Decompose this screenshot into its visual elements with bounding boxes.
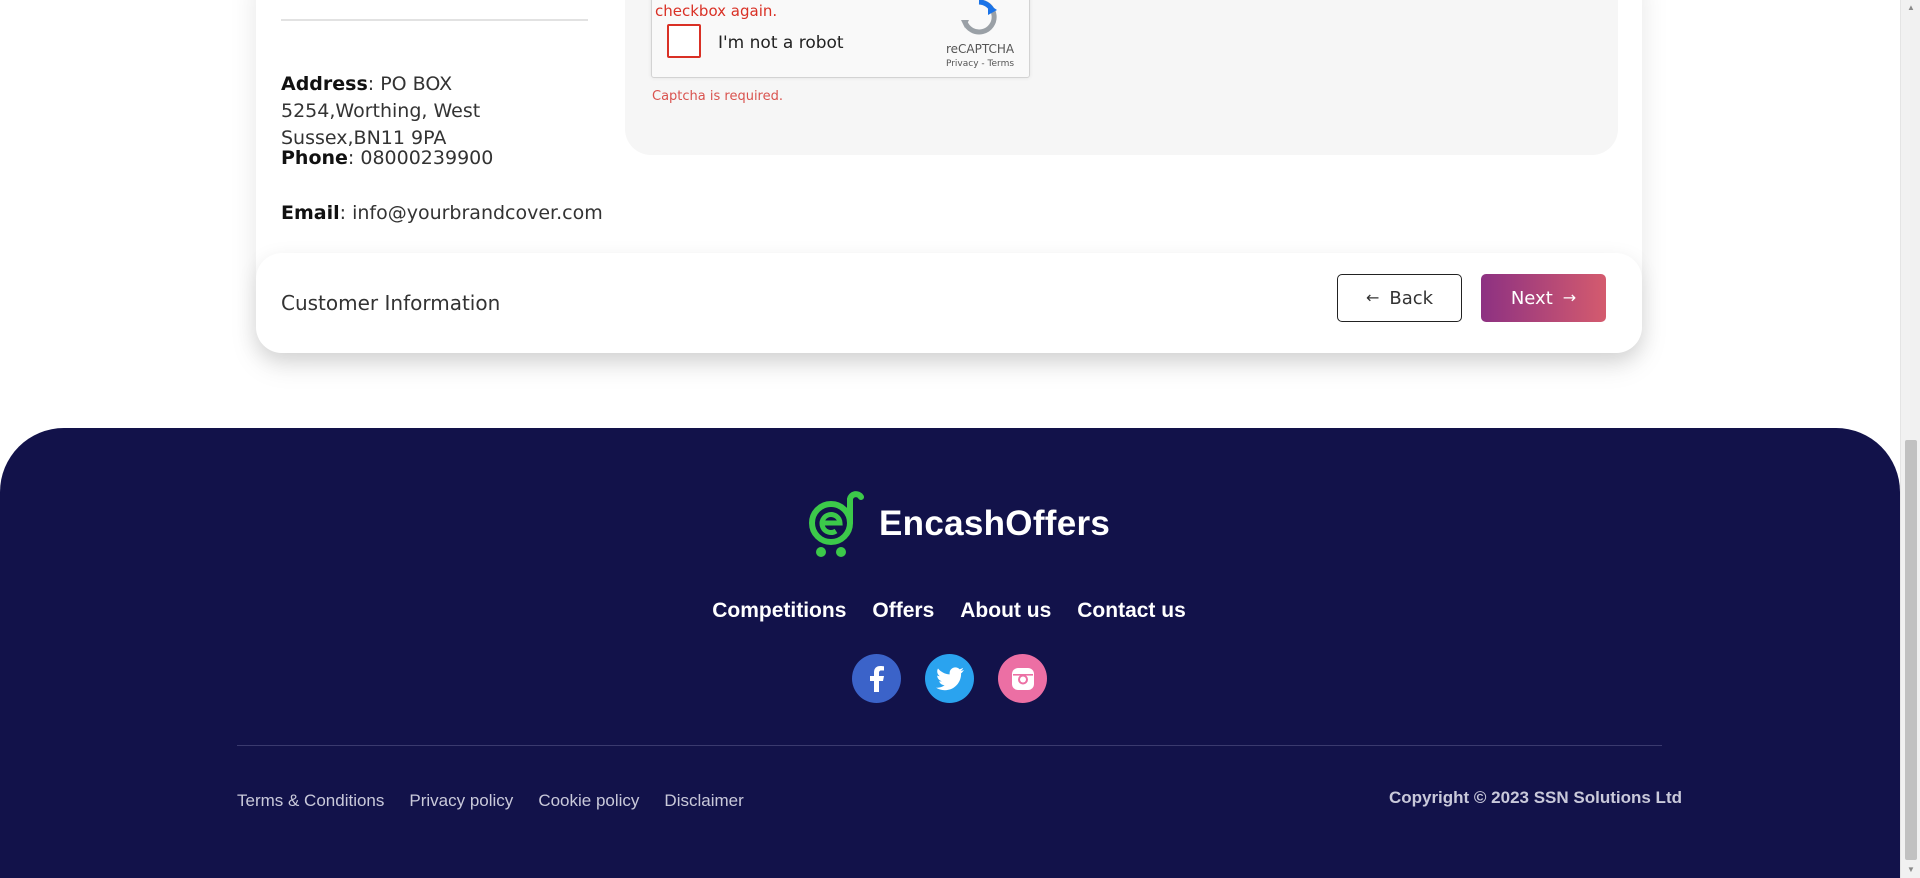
captcha-error-text: checkbox again. [655, 2, 778, 20]
email-value: : info@yourbrandcover.com [339, 202, 603, 224]
step-title: Customer Information [281, 291, 501, 315]
recaptcha-icon [961, 0, 997, 35]
copyright-text: Copyright © 2023 SSN Solutions Ltd [1388, 788, 1682, 807]
footer-link-competitions[interactable]: Competitions [712, 599, 846, 623]
contact-email: Email: info@yourbrandcover.com [281, 200, 603, 227]
captcha-checkbox-label: I'm not a robot [718, 33, 844, 53]
arrow-left-icon: ← [1365, 288, 1380, 307]
contact-phone: Phone: 08000239900 [281, 145, 493, 172]
footer-link-privacy[interactable]: Privacy policy [409, 791, 513, 811]
instagram-icon[interactable] [998, 654, 1047, 703]
recaptcha-brand: reCAPTCHA [945, 42, 1015, 56]
phone-value: : 08000239900 [347, 147, 494, 169]
footer-link-offers[interactable]: Offers [872, 599, 934, 623]
cart-logo-icon [809, 491, 864, 557]
recaptcha-terms-link[interactable]: Terms [988, 59, 1015, 69]
legal-links: Terms & Conditions Privacy policy Cookie… [237, 791, 744, 811]
recaptcha-links: Privacy - Terms [930, 59, 1030, 69]
contact-divider [281, 19, 588, 21]
footer-link-about-us[interactable]: About us [960, 599, 1051, 623]
footer-link-disclaimer[interactable]: Disclaimer [664, 791, 743, 811]
arrow-right-icon: → [1562, 288, 1577, 307]
next-button[interactable]: Next → [1481, 274, 1606, 322]
email-label: Email [281, 202, 340, 224]
twitter-icon[interactable] [925, 654, 974, 703]
footer-link-terms[interactable]: Terms & Conditions [237, 791, 384, 811]
scroll-up-icon[interactable]: ▲ [1901, 0, 1920, 16]
address-label: Address [281, 73, 368, 95]
footer-brand-name: EncashOffers [879, 504, 1111, 543]
page: Address: PO BOX 5254,Worthing, West Suss… [0, 0, 1920, 878]
footer-link-contact-us[interactable]: Contact us [1077, 599, 1186, 623]
captcha-checkbox[interactable] [667, 24, 701, 58]
back-button[interactable]: ← Back [1337, 274, 1462, 322]
footer-logo[interactable]: EncashOffers [807, 489, 1110, 559]
next-button-label: Next [1510, 287, 1553, 309]
footer-link-cookie[interactable]: Cookie policy [538, 791, 639, 811]
back-button-label: Back [1389, 287, 1434, 309]
footer-divider [237, 745, 1662, 746]
facebook-icon[interactable] [852, 654, 901, 703]
scrollbar-thumb[interactable] [1905, 440, 1917, 860]
captcha-required-message: Captcha is required. [652, 89, 783, 104]
page-scrollbar[interactable]: ▲ ▼ [1900, 0, 1920, 878]
social-links [852, 654, 1047, 703]
recaptcha-privacy-link[interactable]: Privacy [946, 59, 979, 69]
phone-label: Phone [281, 147, 348, 169]
recaptcha-separator: - [978, 59, 988, 69]
footer-nav: Competitions Offers About us Contact us [0, 599, 1900, 623]
contact-address: Address: PO BOX 5254,Worthing, West Suss… [281, 71, 601, 152]
scroll-down-icon[interactable]: ▼ [1901, 862, 1920, 878]
